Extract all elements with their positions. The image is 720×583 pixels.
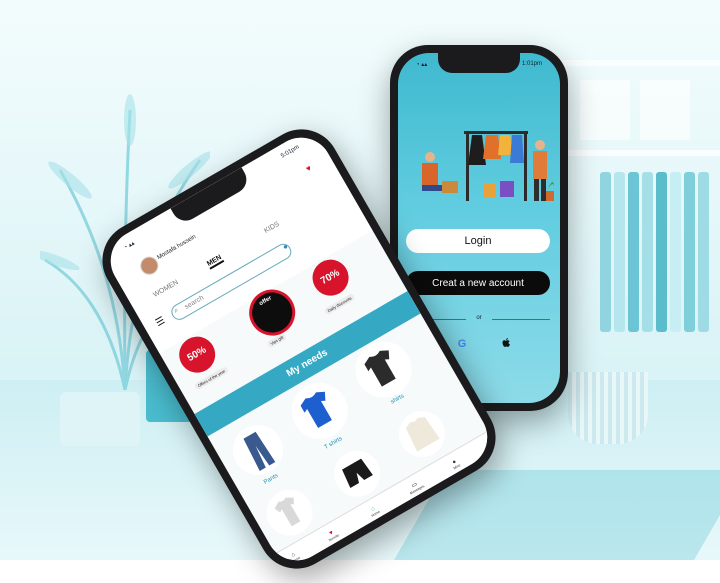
pants-image — [243, 431, 276, 471]
hanging-cloth — [614, 172, 625, 332]
phone-notch — [438, 53, 520, 73]
wifi-icon: ◔ ▴▴ — [416, 62, 428, 68]
status-time: 1:01pm — [521, 61, 542, 67]
daily-discounts[interactable]: Daily discounts — [323, 292, 356, 316]
shelf — [560, 150, 720, 156]
login-button[interactable]: Login — [406, 229, 550, 253]
storage-box — [640, 80, 690, 140]
nav-mine[interactable]: ● Mine — [444, 454, 468, 474]
storage-box — [580, 80, 630, 140]
nav-messages[interactable]: ▭ Messages — [403, 476, 428, 497]
nav-favorite[interactable]: ♥ favorite — [321, 525, 345, 545]
shelf — [560, 60, 720, 66]
pants-label: Pants — [262, 472, 280, 486]
nav-store[interactable]: ⌂ Home — [362, 501, 386, 521]
hanging-cloth — [698, 172, 709, 332]
nav-home[interactable]: ⌂ Home — [282, 547, 306, 567]
hanging-cloth — [684, 172, 695, 332]
apple-icon[interactable] — [500, 337, 512, 349]
create-account-button[interactable]: Creat a new account — [406, 271, 550, 295]
hanging-cloth — [628, 172, 639, 332]
plant-pot — [60, 392, 140, 446]
hanging-cloth — [600, 172, 611, 332]
hanging-cloth — [670, 172, 681, 332]
hanging-cloth — [642, 172, 653, 332]
laundry-basket — [568, 372, 648, 444]
google-icon[interactable]: G — [456, 338, 468, 350]
pants-thumb[interactable] — [223, 415, 293, 485]
hanging-cloth — [656, 172, 667, 332]
shop-illustration — [422, 131, 554, 201]
